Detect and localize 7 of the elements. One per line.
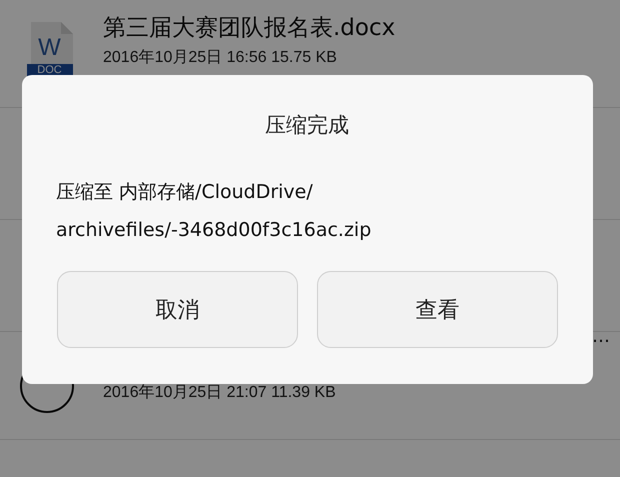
dialog-message: 压缩至 内部存储/CloudDrive/ archivefiles/-3468d00f3c16ac.zip <box>56 180 372 243</box>
file-details: 2016年10月25日 16:56 15.75 KB <box>103 48 338 68</box>
dialog-title: 压缩完成 <box>264 112 350 139</box>
file-name: 第三届大赛团队报名表.docx <box>103 14 396 43</box>
view-button[interactable]: 查看 <box>317 271 558 348</box>
file-details: 2016年10月25日 21:07 11.39 KB <box>103 383 336 403</box>
cancel-button[interactable]: 取消 <box>57 271 298 348</box>
